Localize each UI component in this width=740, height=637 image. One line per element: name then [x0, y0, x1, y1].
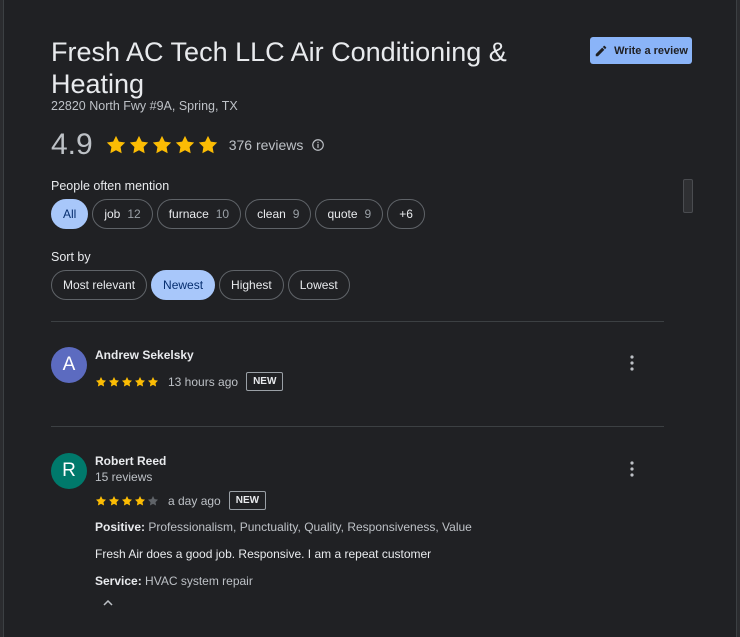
reviewer-name[interactable]: Robert Reed [95, 454, 166, 468]
mention-chip[interactable]: clean 9 [245, 199, 312, 229]
mention-chip-count: 9 [364, 207, 372, 221]
star-filled-icon [135, 376, 145, 387]
review-time: a day ago [168, 493, 221, 508]
business-address: 22820 North Fwy #9A, Spring, TX [51, 99, 238, 113]
reviewer-review-count: 15 reviews [95, 470, 153, 484]
service-value: HVAC system repair [145, 574, 253, 588]
sort-option[interactable]: Lowest [287, 270, 350, 300]
mention-chip-count: 12 [127, 207, 141, 221]
star-filled-icon [152, 135, 171, 154]
star-filled-icon [135, 495, 145, 506]
star-filled-icon [106, 135, 125, 154]
star-filled-icon [109, 376, 119, 387]
positive-label: Positive: [95, 520, 146, 534]
write-review-button[interactable]: Write a review [590, 37, 692, 64]
review-meta: a day ago NEW [95, 491, 267, 510]
avatar[interactable]: A [51, 347, 87, 383]
mention-chip-label: All [63, 207, 77, 221]
positive-values: Professionalism, Punctuality, Quality, R… [148, 520, 472, 534]
mention-chip[interactable]: All [51, 199, 89, 229]
mention-chip-label: job [104, 207, 121, 221]
info-icon[interactable] [311, 138, 325, 152]
reviewer-name[interactable]: Andrew Sekelsky [95, 348, 194, 362]
window-left-edge [0, 0, 4, 637]
sort-option[interactable]: Newest [151, 270, 216, 300]
sort-chips: Most relevant Newest Highest Lowest [51, 270, 350, 300]
mention-chip-count: 9 [292, 207, 300, 221]
sort-option[interactable]: Most relevant [51, 270, 148, 300]
rating-summary: 4.9 376 reviews [51, 128, 325, 162]
mention-chip-label: furnace [168, 207, 209, 221]
pencil-icon [595, 45, 607, 56]
star-filled-icon [96, 495, 106, 506]
review-time: 13 hours ago [168, 374, 239, 389]
mention-chip[interactable]: quote 9 [315, 199, 384, 229]
rating-value: 4.9 [51, 128, 93, 161]
window-right-edge [736, 0, 740, 637]
mention-chip-label: quote [327, 207, 358, 221]
review-count: 376 reviews [228, 137, 304, 153]
new-badge: NEW [228, 491, 267, 510]
star-empty-icon [148, 495, 158, 506]
divider [51, 426, 664, 427]
new-badge: NEW [246, 372, 284, 391]
mention-chip-label: clean [257, 207, 286, 221]
star-filled-icon [122, 376, 132, 387]
review-stars [95, 376, 159, 388]
service-label: Service: [95, 574, 142, 588]
mention-chip-count: 10 [215, 207, 230, 221]
business-title: Fresh AC Tech LLC Air Conditioning & Hea… [51, 37, 507, 99]
star-filled-icon [129, 135, 148, 154]
star-filled-icon [122, 495, 132, 506]
star-filled-icon [198, 135, 217, 154]
review-positive: Positive: Professionalism, Punctuality, … [95, 520, 472, 534]
sort-label: Sort by [51, 250, 91, 264]
mentions-label: People often mention [51, 179, 170, 193]
more-options-icon[interactable] [626, 460, 638, 478]
rating-stars [105, 134, 219, 156]
write-review-label: Write a review [614, 44, 688, 57]
mention-chip-label: +6 [399, 207, 413, 221]
review-text: Fresh Air does a good job. Responsive. I… [95, 547, 432, 561]
avatar[interactable]: R [51, 453, 87, 489]
mention-chip[interactable]: furnace 10 [156, 199, 242, 229]
star-filled-icon [148, 376, 158, 387]
scrollbar-thumb[interactable] [683, 179, 693, 213]
review-item: R Robert Reed 15 reviews a day ago NEW P… [51, 453, 664, 613]
sort-option[interactable]: Highest [219, 270, 284, 300]
review-service: Service: HVAC system repair [95, 574, 253, 588]
mention-chip[interactable]: job 12 [92, 199, 153, 229]
star-filled-icon [109, 495, 119, 506]
divider [51, 321, 664, 322]
star-filled-icon [96, 376, 106, 387]
mentions-chips: All job 12 furnace 10 clean 9 quote 9 +6 [51, 199, 425, 229]
review-meta: 13 hours ago NEW [95, 372, 284, 391]
review-stars [95, 495, 159, 507]
mention-chip[interactable]: +6 [387, 199, 425, 229]
star-filled-icon [175, 135, 194, 154]
more-options-icon[interactable] [626, 354, 638, 372]
chevron-up-icon[interactable] [103, 600, 113, 606]
review-item: A Andrew Sekelsky 13 hours ago NEW [51, 347, 664, 407]
